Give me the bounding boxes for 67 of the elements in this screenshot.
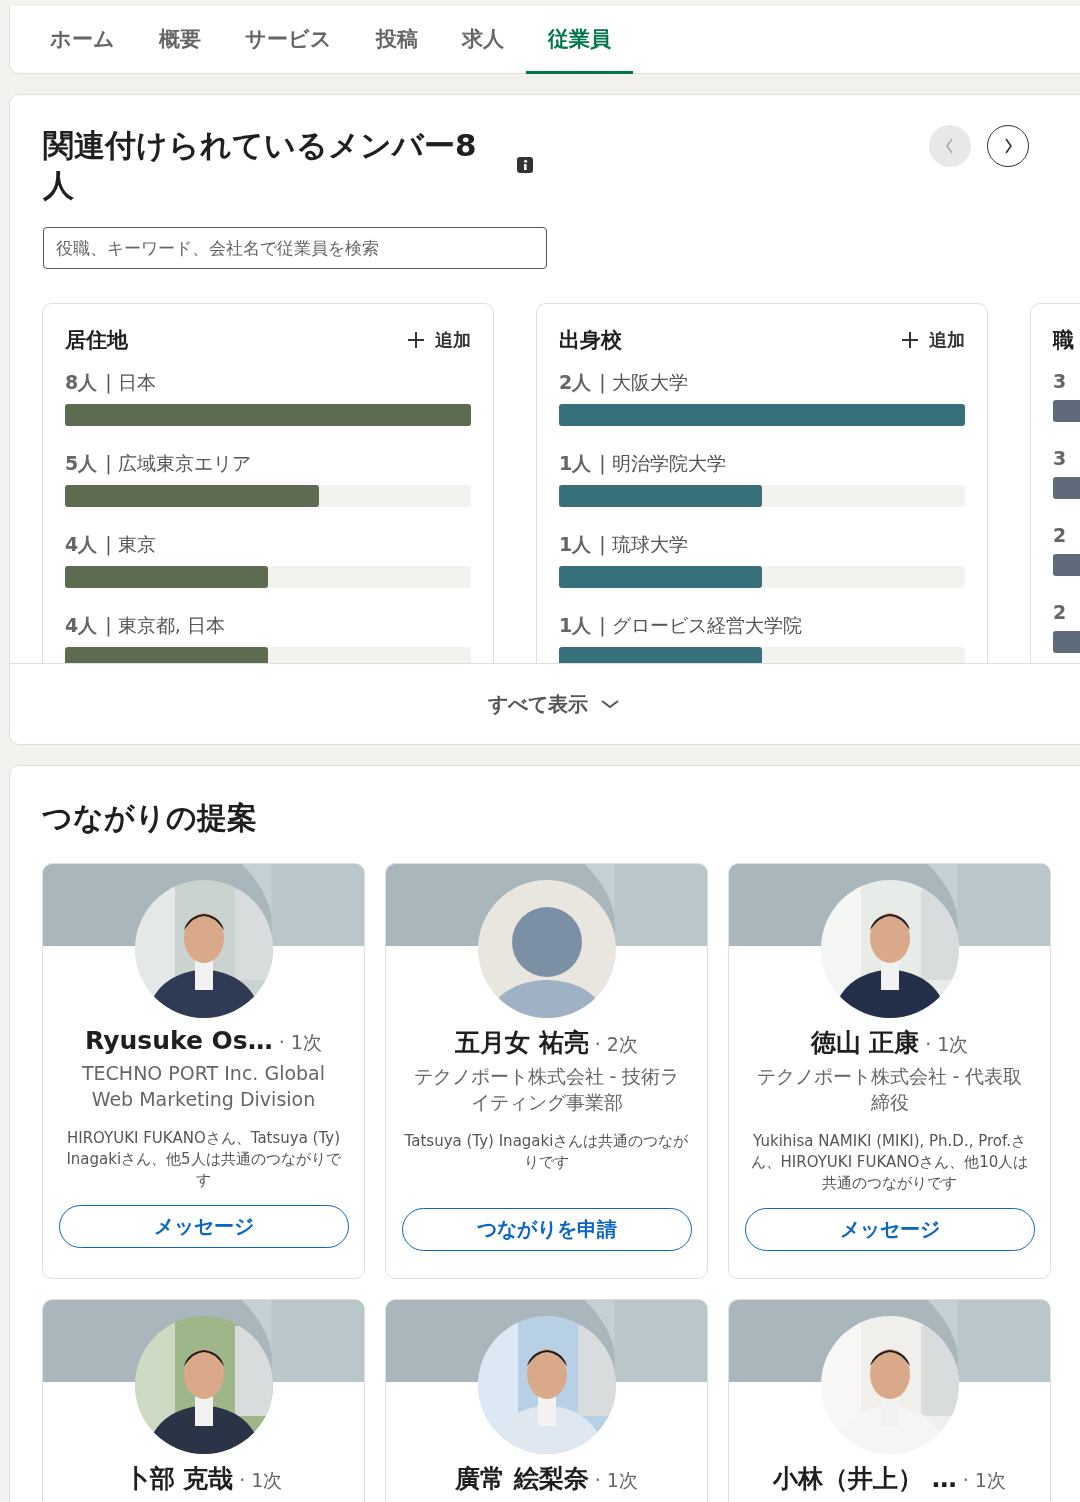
stat-label: | 大阪大学 xyxy=(599,370,688,396)
stat-label: | 広域東京エリア xyxy=(105,451,251,477)
stat-count: 4人 xyxy=(65,613,98,638)
stat-count: 3 xyxy=(1053,370,1067,392)
stat-count: 4人 xyxy=(65,532,98,557)
person-name[interactable]: 廣常 絵梨奈 xyxy=(455,1462,589,1495)
bar-track[interactable] xyxy=(65,647,471,663)
stat-label: | 東京 xyxy=(105,532,156,558)
stat-title: 出身校 xyxy=(559,327,622,354)
stat-count: 5人 xyxy=(65,451,98,476)
section-title: つながりの提案 xyxy=(42,799,258,837)
person-name[interactable]: Ryusuke Os… xyxy=(85,1026,273,1055)
add-button[interactable]: 追加 xyxy=(407,328,471,352)
action-button[interactable]: メッセージ xyxy=(58,1205,349,1248)
connection-degree: · 2次 xyxy=(594,1032,638,1057)
connection-degree: · 1次 xyxy=(239,1468,283,1493)
stat-label: | 琉球大学 xyxy=(599,532,688,558)
mutual-connections: Yukihisa NAMIKI (MIKI), Ph.D., Prof.さん、HIROYUKI FUKANOさん、他10人は共通のつながりです xyxy=(749,1131,1030,1194)
plus-icon xyxy=(407,331,425,349)
search-field[interactable]: 役職、キーワード、会社名で従業員を検索 xyxy=(43,227,547,269)
show-all-button[interactable]: すべて表示 xyxy=(482,689,626,719)
person-name[interactable]: 卜部 克哉 xyxy=(124,1462,234,1495)
tab[interactable]: 投稿 xyxy=(354,6,440,74)
person-name[interactable]: 小林（井上） … xyxy=(773,1462,957,1495)
stat-count: 2 xyxy=(1053,601,1067,623)
person-name[interactable]: 徳山 正康 xyxy=(810,1026,920,1059)
person-headline: テクノポート株式会社 - 技術ライティング事業部 xyxy=(412,1064,681,1115)
chevron-down-icon xyxy=(600,698,620,710)
connection-degree: · 1次 xyxy=(962,1468,1006,1493)
stat-label: | 日本 xyxy=(105,370,156,396)
stat-count: 1人 xyxy=(559,613,592,638)
info-icon[interactable] xyxy=(517,157,533,173)
bar-track[interactable] xyxy=(559,647,965,663)
next-button[interactable] xyxy=(987,125,1029,167)
bar-track[interactable] xyxy=(65,566,471,588)
stat-count: 1人 xyxy=(559,451,592,476)
stat-label: | 明治学院大学 xyxy=(599,451,726,477)
section-title: 関連付けられているメンバー8人 xyxy=(43,126,478,205)
stat-label: | 東京都, 日本 xyxy=(105,613,225,639)
bar-track[interactable] xyxy=(559,485,965,507)
connection-degree: · 1次 xyxy=(594,1468,638,1493)
stat-count: 3 xyxy=(1053,447,1067,469)
stat-count: 2人 xyxy=(559,370,592,395)
person-headline: TECHNO PORT Inc. Global Web Marketing Division xyxy=(81,1061,326,1112)
tab[interactable]: 求人 xyxy=(440,6,526,74)
tab[interactable]: ホーム xyxy=(28,6,137,74)
plus-icon xyxy=(901,331,919,349)
tab[interactable]: 概要 xyxy=(137,6,223,74)
stat-title: 居住地 xyxy=(65,327,128,354)
stat-count: 1人 xyxy=(559,532,592,557)
mutual-connections: HIROYUKI FUKANOさん、Tatsuya (Ty) Inagakiさん、他5人は共通のつながりです xyxy=(65,1128,342,1191)
connection-degree: · 1次 xyxy=(925,1032,969,1057)
bar-track[interactable] xyxy=(559,566,965,588)
stat-title: 職 xyxy=(1053,327,1074,354)
stat-count: 2 xyxy=(1053,524,1067,546)
bar-track[interactable] xyxy=(65,485,471,507)
action-button[interactable]: つながりを申請 xyxy=(401,1208,692,1251)
mutual-connections: Tatsuya (Ty) Inagakiさんは共通のつながりです xyxy=(403,1131,690,1173)
person-name[interactable]: 五月女 祐亮 xyxy=(455,1026,589,1059)
add-button[interactable]: 追加 xyxy=(901,328,965,352)
person-headline: テクノポート株式会社 - 代表取締役 xyxy=(755,1064,1024,1115)
connection-degree: · 1次 xyxy=(278,1030,322,1055)
stat-count: 8人 xyxy=(65,370,98,395)
action-button[interactable]: メッセージ xyxy=(744,1208,1035,1251)
tab[interactable]: 従業員 xyxy=(526,6,633,74)
stat-label: | グロービス経営大学院 xyxy=(599,613,802,639)
tab[interactable]: サービス xyxy=(223,6,354,74)
